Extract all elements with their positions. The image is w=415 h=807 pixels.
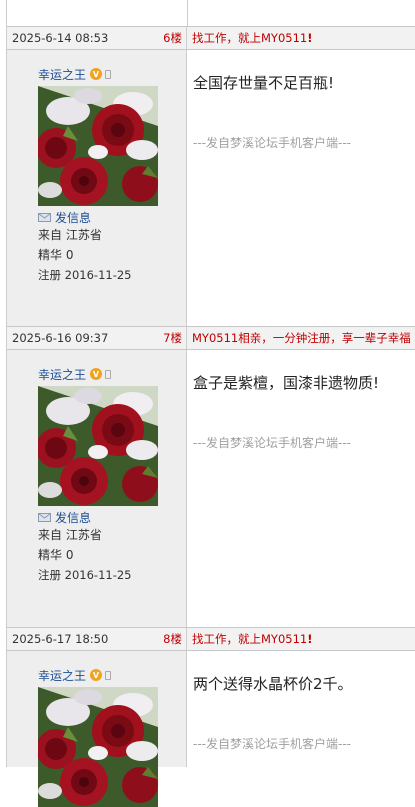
post-content: 两个送得水晶杯价2千。 ---发自梦溪论坛手机客户端---	[187, 651, 415, 767]
ad-link[interactable]: 找工作，就上MY0511!	[192, 631, 312, 647]
username-link[interactable]: 幸运之王	[38, 366, 86, 383]
author-panel: 幸运之王 V	[7, 651, 187, 767]
post-time: 2025-6-14 08:53	[12, 31, 109, 45]
author-digest: 精华 0	[38, 548, 74, 562]
post-header: 2025-6-14 08:53 6楼 找工作，就上MY0511!	[7, 26, 415, 50]
post-text: 盒子是紫檀，国漆非遗物质!	[193, 374, 380, 392]
mobile-phone-icon	[105, 369, 112, 379]
post-time: 2025-6-16 09:37	[12, 331, 109, 345]
post-header: 2025-6-17 18:50 8楼 找工作，就上MY0511!	[7, 627, 415, 651]
ad-link[interactable]: 找工作，就上MY0511!	[192, 30, 312, 46]
floor-number[interactable]: 7楼	[163, 330, 182, 346]
post-content: 全国存世量不足百瓶! ---发自梦溪论坛手机客户端---	[187, 50, 415, 326]
author-location: 来自 江苏省	[38, 528, 102, 542]
post-header: 2025-6-16 09:37 7楼 MY0511相亲，一分钟注册，享一辈子幸福	[7, 326, 415, 350]
avatar[interactable]	[38, 386, 158, 506]
send-message-link[interactable]: 发信息	[55, 509, 91, 526]
previous-post-tail	[7, 0, 415, 26]
username-link[interactable]: 幸运之王	[38, 667, 86, 684]
mobile-phone-icon	[105, 69, 112, 79]
author-panel: 幸运之王 V 发信息 来自 江苏省 精华 0 注册 2016-11-25	[7, 50, 187, 326]
post-text: 全国存世量不足百瓶!	[193, 74, 335, 92]
post-signature: ---发自梦溪论坛手机客户端---	[193, 136, 351, 150]
post: 2025-6-16 09:37 7楼 MY0511相亲，一分钟注册，享一辈子幸福…	[7, 326, 415, 627]
avatar[interactable]	[38, 86, 158, 206]
username-link[interactable]: 幸运之王	[38, 66, 86, 83]
post: 2025-6-14 08:53 6楼 找工作，就上MY0511! 幸运之王 V	[7, 26, 415, 326]
author-location: 来自 江苏省	[38, 228, 102, 242]
vip-badge-icon: V	[90, 368, 103, 380]
author-registered: 注册 2016-11-25	[38, 568, 132, 582]
author-panel: 幸运之王 V 发信息 来自 江苏省 精华 0 注册 2016-11-25	[7, 350, 187, 627]
post-content: 盒子是紫檀，国漆非遗物质! ---发自梦溪论坛手机客户端---	[187, 350, 415, 627]
post-time: 2025-6-17 18:50	[12, 632, 109, 646]
post-signature: ---发自梦溪论坛手机客户端---	[193, 737, 351, 751]
author-registered: 注册 2016-11-25	[38, 268, 132, 282]
mobile-phone-icon	[105, 670, 112, 680]
vip-badge-icon: V	[90, 669, 103, 681]
post-signature: ---发自梦溪论坛手机客户端---	[193, 436, 351, 450]
envelope-icon	[38, 212, 51, 222]
avatar[interactable]	[38, 687, 158, 807]
forum-thread: 2025-6-14 08:53 6楼 找工作，就上MY0511! 幸运之王 V	[6, 0, 415, 767]
floor-number[interactable]: 6楼	[163, 30, 182, 46]
ad-link[interactable]: MY0511相亲，一分钟注册，享一辈子幸福	[192, 330, 411, 346]
author-digest: 精华 0	[38, 248, 74, 262]
vip-badge-icon: V	[90, 68, 103, 80]
post-text: 两个送得水晶杯价2千。	[193, 675, 353, 693]
floor-number[interactable]: 8楼	[163, 631, 182, 647]
send-message-link[interactable]: 发信息	[55, 209, 91, 226]
envelope-icon	[38, 512, 51, 522]
post: 2025-6-17 18:50 8楼 找工作，就上MY0511! 幸运之王 V	[7, 627, 415, 767]
